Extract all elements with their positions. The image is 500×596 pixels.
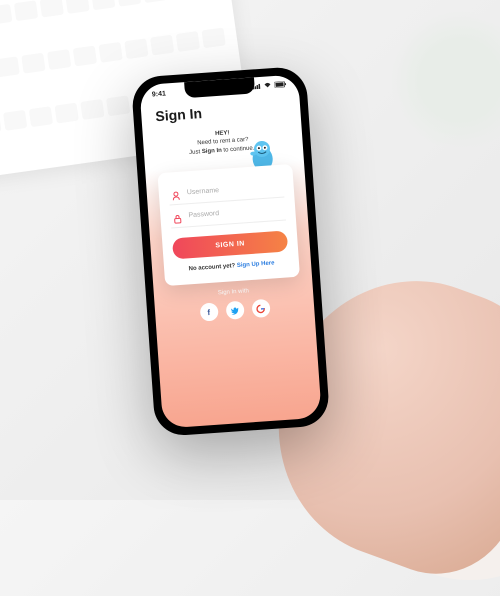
hero-line3-a: Just [189,149,202,156]
battery-icon [274,81,287,90]
password-input[interactable] [188,205,283,219]
hero-line3-b: Sign In [201,148,221,155]
signup-text: No account yet? [188,263,237,272]
username-input[interactable] [186,182,281,196]
hero-line1: HEY! [214,130,229,137]
signin-button[interactable]: SIGN IN [172,231,288,260]
google-button[interactable] [251,299,270,318]
lock-icon [172,211,183,222]
facebook-button[interactable]: f [199,303,218,322]
signup-prompt: No account yet? Sign Up Here [174,260,289,274]
wifi-icon [263,82,272,91]
twitter-button[interactable] [225,301,244,320]
signup-link[interactable]: Sign Up Here [236,261,274,270]
social-buttons: f [154,296,314,325]
status-time: 9:41 [151,90,165,98]
phone-frame: 9:41 Sign In HEY! Need to rent a car? Ju… [130,66,330,437]
background-plant [390,10,500,150]
phone-screen: 9:41 Sign In HEY! Need to rent a car? Ju… [139,74,322,428]
signin-card: SIGN IN No account yet? Sign Up Here [157,164,300,286]
user-icon [170,188,181,199]
